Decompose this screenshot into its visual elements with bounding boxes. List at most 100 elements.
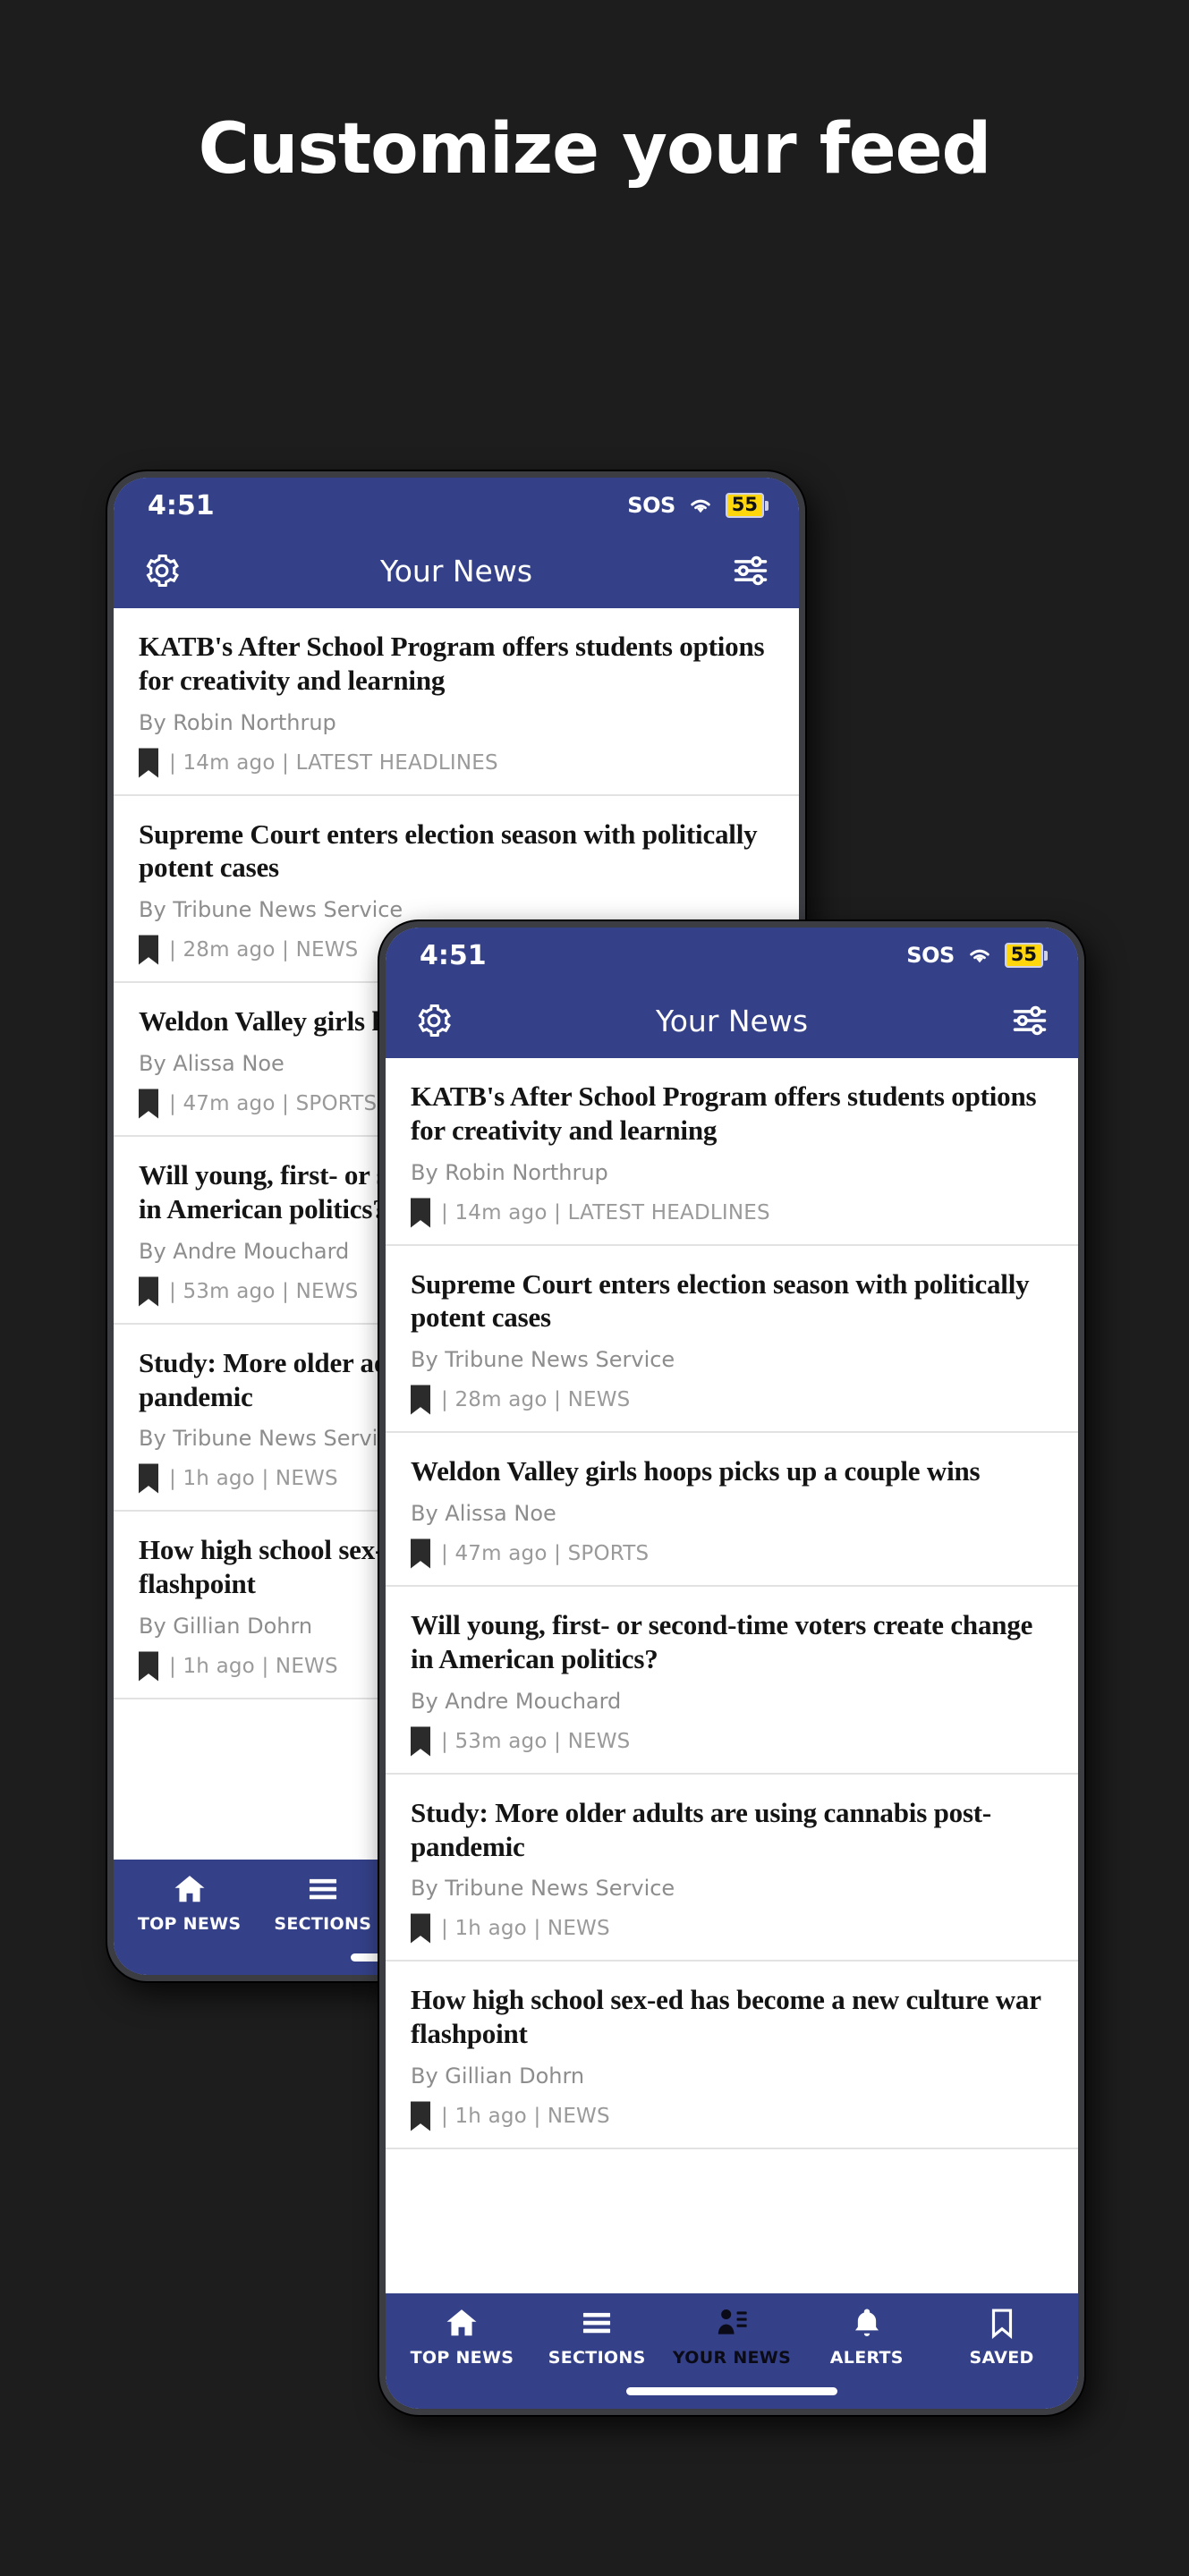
nav-label: SECTIONS [548, 2348, 646, 2368]
article-headline: KATB's After School Program offers stude… [411, 1080, 1037, 1146]
article-meta: | 14m ago | LATEST HEADLINES [139, 748, 774, 778]
bell-icon [850, 2306, 884, 2340]
article-headline: KATB's After School Program offers stude… [139, 631, 765, 696]
app-header-title: Your News [379, 553, 533, 589]
nav-label: YOUR NEWS [672, 2348, 792, 2368]
bookmark-icon[interactable] [139, 1463, 158, 1494]
article-meta-text: | 1h ago | NEWS [169, 1654, 338, 1678]
hamburger-icon [306, 1872, 340, 1906]
nav-label: ALERTS [829, 2348, 904, 2368]
wifi-icon [966, 945, 993, 966]
bookmark-icon[interactable] [139, 935, 158, 965]
sliders-icon[interactable] [1010, 1001, 1049, 1040]
nav-item-your-news[interactable]: YOUR NEWS [665, 2306, 800, 2368]
article-headline: Weldon Valley girls hoops picks up a cou… [411, 1455, 981, 1487]
hamburger-icon [580, 2306, 614, 2340]
nav-label: TOP NEWS [410, 2348, 514, 2368]
home-indicator-area [386, 2373, 1078, 2409]
article-item[interactable]: Will young, first- or second-time voters… [386, 1587, 1078, 1775]
app-header: Your News [114, 533, 799, 608]
article-meta: | 1h ago | NEWS [411, 1913, 1053, 1944]
article-item[interactable]: How high school sex-ed has become a new … [386, 1962, 1078, 2149]
nav-item-saved[interactable]: SAVED [934, 2306, 1069, 2368]
article-byline: By Robin Northrup [411, 1159, 608, 1185]
home-icon [173, 1872, 207, 1906]
bookmark-icon[interactable] [139, 748, 158, 778]
article-meta-text: | 53m ago | NEWS [169, 1279, 359, 1303]
article-byline: By Tribune News Service [411, 1876, 675, 1902]
battery-level: 55 [1004, 943, 1043, 968]
gear-icon[interactable] [142, 551, 182, 590]
person-list-icon [715, 2306, 749, 2340]
status-time: 4:51 [420, 939, 487, 971]
nav-item-alerts[interactable]: ALERTS [799, 2306, 934, 2368]
app-header-title: Your News [655, 1003, 809, 1038]
battery-level: 55 [725, 493, 764, 518]
wifi-icon [687, 495, 714, 516]
nav-label: SECTIONS [274, 1914, 372, 1934]
sos-label: SOS [906, 943, 955, 968]
article-headline: Study: More older adults are using canna… [411, 1796, 992, 1862]
bottom-navigation[interactable]: TOP NEWS SECTIONS YOUR NEWS ALERTS [386, 2293, 1078, 2373]
article-item[interactable]: Supreme Court enters election season wit… [386, 1245, 1078, 1434]
nav-item-top-news[interactable]: TOP NEWS [123, 1872, 256, 1934]
nav-label: SAVED [969, 2348, 1034, 2368]
article-byline: By Alissa Noe [411, 1501, 556, 1527]
article-item[interactable]: Weldon Valley girls hoops picks up a cou… [386, 1433, 1078, 1588]
article-meta-text: | 28m ago | NEWS [169, 938, 359, 962]
gear-icon[interactable] [414, 1001, 454, 1040]
article-meta-text: | 14m ago | LATEST HEADLINES [169, 750, 498, 775]
status-indicators: SOS 55 [627, 493, 769, 518]
article-item[interactable]: KATB's After School Program offers stude… [114, 608, 799, 796]
sliders-icon[interactable] [731, 551, 770, 590]
status-time: 4:51 [148, 489, 215, 521]
home-icon [445, 2306, 479, 2340]
status-indicators: SOS 55 [906, 943, 1048, 968]
nav-item-sections[interactable]: SECTIONS [530, 2306, 665, 2368]
article-meta-text: | 47m ago | SPORTS [169, 1092, 378, 1116]
bookmark-icon[interactable] [139, 1651, 158, 1682]
home-indicator[interactable] [626, 2386, 837, 2395]
bookmark-icon[interactable] [411, 1385, 430, 1415]
article-meta: | 1h ago | NEWS [411, 2101, 1053, 2131]
status-bar: 4:51 SOS 55 [114, 478, 799, 533]
nav-item-top-news[interactable]: TOP NEWS [395, 2306, 530, 2368]
article-meta-text: | 53m ago | NEWS [441, 1729, 631, 1753]
bookmark-icon[interactable] [411, 1726, 430, 1757]
page-title: Customize your feed [198, 109, 992, 190]
phone-mockup-front: 4:51 SOS 55 Your News KATB's After Schoo… [379, 921, 1084, 2415]
bookmark-icon[interactable] [139, 1276, 158, 1307]
article-meta-text: | 1h ago | NEWS [441, 2104, 610, 2128]
bookmark-outline-icon [985, 2306, 1019, 2340]
nav-label: TOP NEWS [137, 1914, 242, 1934]
battery-cap [765, 500, 769, 511]
article-item[interactable]: KATB's After School Program offers stude… [386, 1058, 1078, 1246]
article-byline: By Tribune News Service [139, 897, 403, 923]
battery-cap [1044, 950, 1048, 961]
nav-item-sections[interactable]: SECTIONS [256, 1872, 389, 1934]
article-meta: | 53m ago | NEWS [411, 1726, 1053, 1757]
article-headline: How high school sex-ed has become a new … [411, 1984, 1041, 2050]
sos-label: SOS [627, 493, 675, 518]
article-byline: By Gillian Dohrn [411, 2063, 585, 2089]
phone-screen-front: 4:51 SOS 55 Your News KATB's After Schoo… [386, 928, 1078, 2409]
article-meta-text: | 14m ago | LATEST HEADLINES [441, 1200, 770, 1224]
bookmark-icon[interactable] [411, 1198, 430, 1228]
article-headline: Will young, first- or second-time voters… [411, 1609, 1033, 1674]
battery-indicator: 55 [725, 493, 769, 518]
article-byline: By Tribune News Service [411, 1347, 675, 1373]
article-meta-text: | 1h ago | NEWS [441, 1917, 610, 1941]
article-item[interactable]: Study: More older adults are using canna… [386, 1774, 1078, 1962]
bookmark-icon[interactable] [411, 2101, 430, 2131]
article-meta-text: | 28m ago | NEWS [441, 1388, 631, 1412]
article-meta: | 47m ago | SPORTS [411, 1538, 1053, 1569]
article-headline: Supreme Court enters election season wit… [411, 1267, 1030, 1334]
article-byline: By Andre Mouchard [411, 1688, 622, 1714]
bookmark-icon[interactable] [139, 1089, 158, 1119]
bookmark-icon[interactable] [411, 1538, 430, 1569]
article-feed-front[interactable]: KATB's After School Program offers stude… [386, 1058, 1078, 2293]
bookmark-icon[interactable] [411, 1913, 430, 1944]
app-header: Your News [386, 983, 1078, 1058]
article-meta-text: | 1h ago | NEWS [169, 1467, 338, 1491]
article-headline: Supreme Court enters election season wit… [139, 818, 758, 884]
